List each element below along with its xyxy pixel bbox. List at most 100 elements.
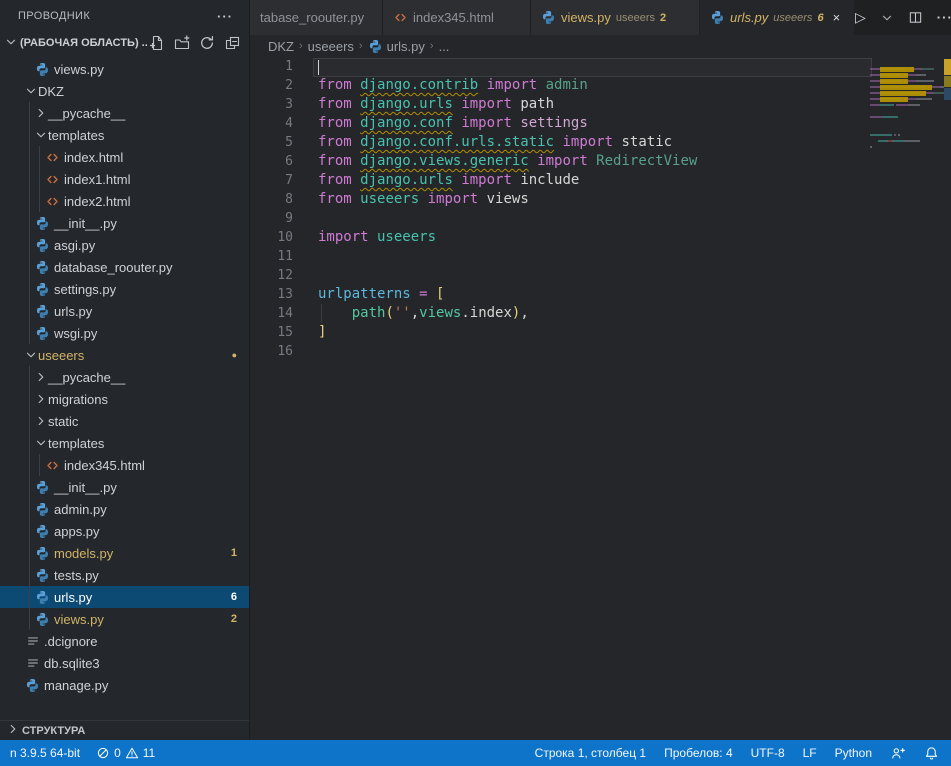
problem-count-badge: 6	[231, 591, 237, 603]
tree-item--pycache-[interactable]: __pycache__	[0, 102, 249, 124]
more-editor-actions-icon[interactable]: ···	[937, 10, 951, 25]
tree-item-settings-py[interactable]: settings.py	[0, 278, 249, 300]
breadcrumb-item[interactable]: useeers	[308, 39, 354, 54]
code-line-12	[318, 266, 867, 285]
tree-item-manage-py[interactable]: manage.py	[0, 674, 249, 696]
indent-guide	[321, 304, 322, 323]
split-editor-icon[interactable]	[908, 10, 923, 25]
tree-item-wsgi-py[interactable]: wsgi.py	[0, 322, 249, 344]
tree-item-templates[interactable]: templates	[0, 124, 249, 146]
cursor-position-item[interactable]: Строка 1, столбец 1	[526, 740, 655, 766]
tree-item-label: migrations	[48, 392, 108, 407]
tab-urls-py[interactable]: urls.pyuseeers6×	[700, 0, 855, 35]
problems-item[interactable]: 0 11	[88, 740, 163, 766]
run-python-file-icon[interactable]: ▷	[855, 9, 866, 26]
tree-item-static[interactable]: static	[0, 410, 249, 432]
code-line-14: path('',views.index),	[318, 304, 867, 323]
eol-item[interactable]: LF	[794, 740, 826, 766]
tab-index345-html[interactable]: index345.html	[383, 0, 531, 35]
notifications-item[interactable]	[915, 740, 951, 766]
new-folder-icon[interactable]	[173, 34, 191, 52]
code-line-2: from django.contrib import admin	[318, 76, 867, 95]
tree-item-views-py[interactable]: views.py2	[0, 608, 249, 630]
code-line-9	[318, 209, 867, 228]
tree-item-database-roouter-py[interactable]: database_roouter.py	[0, 256, 249, 278]
language-mode-item[interactable]: Python	[826, 740, 881, 766]
breadcrumb-item[interactable]: ...	[439, 39, 450, 54]
tree-item-index345-html[interactable]: index345.html	[0, 454, 249, 476]
tree-item-label: index1.html	[64, 172, 130, 187]
tree-item--init-py[interactable]: __init__.py	[0, 212, 249, 234]
code-lines[interactable]: from django.contrib import admin from dja…	[318, 57, 867, 361]
outline-section-header[interactable]: СТРУКТУРА	[0, 720, 249, 740]
tree-item-index2-html[interactable]: index2.html	[0, 190, 249, 212]
python-file-icon	[34, 480, 51, 495]
python-file-icon	[34, 238, 51, 253]
tree-item--dcignore[interactable]: .dcignore	[0, 630, 249, 652]
refresh-explorer-icon[interactable]	[198, 34, 216, 52]
problem-count-badge: 2	[231, 613, 237, 625]
html-file-icon	[393, 10, 408, 25]
html-file-icon	[44, 172, 61, 187]
ruler-warning-mark	[944, 88, 951, 100]
tree-item-views-py[interactable]: views.py	[0, 58, 249, 80]
collapse-folders-icon[interactable]	[223, 34, 241, 52]
line-number-gutter[interactable]: 12345678910111213141516	[250, 57, 293, 361]
tree-item-label: static	[48, 414, 78, 429]
warnings-count: 11	[143, 746, 155, 760]
feedback-item[interactable]	[881, 740, 915, 766]
tree-item-db-sqlite3[interactable]: db.sqlite3	[0, 652, 249, 674]
problem-count-badge: 1	[231, 547, 237, 559]
tab-problem-badge: 6	[817, 12, 823, 24]
tree-item-useeers[interactable]: useeers●	[0, 344, 249, 366]
breadcrumb-separator: ›	[429, 40, 435, 52]
minimap[interactable]	[870, 57, 944, 740]
tree-item-label: index.html	[64, 150, 123, 165]
code-line-11	[318, 247, 867, 266]
tree-item-apps-py[interactable]: apps.py	[0, 520, 249, 542]
workspace-section-header[interactable]: (РАБОЧАЯ ОБЛАСТЬ) ...	[0, 32, 249, 54]
tree-item-admin-py[interactable]: admin.py	[0, 498, 249, 520]
indentation-item[interactable]: Пробелов: 4	[655, 740, 742, 766]
tree-item-models-py[interactable]: models.py1	[0, 542, 249, 564]
ruler-warning-mark	[944, 76, 951, 87]
encoding-item[interactable]: UTF-8	[742, 740, 794, 766]
tree-item-DKZ[interactable]: DKZ	[0, 80, 249, 102]
code-line-8: from useeers import views	[318, 190, 867, 209]
tree-item-urls-py[interactable]: urls.py 6	[0, 586, 249, 608]
tree-item-urls-py[interactable]: urls.py	[0, 300, 249, 322]
tree-item-tests-py[interactable]: tests.py	[0, 564, 249, 586]
tree-item-index-html[interactable]: index.html	[0, 146, 249, 168]
tree-item-asgi-py[interactable]: asgi.py	[0, 234, 249, 256]
run-dropdown-icon[interactable]	[880, 11, 894, 25]
explorer-more-actions[interactable]: ···	[213, 9, 237, 24]
tree-item-templates[interactable]: templates	[0, 432, 249, 454]
breadcrumb-label: DKZ	[268, 39, 294, 54]
tree-item-label: __init__.py	[54, 216, 117, 231]
breadcrumb-label: ...	[439, 39, 450, 54]
tree-item-migrations[interactable]: migrations	[0, 388, 249, 410]
overview-ruler[interactable]	[944, 57, 951, 740]
language-label: Python	[835, 746, 872, 760]
python-file-icon	[34, 502, 51, 517]
tree-item--pycache-[interactable]: __pycache__	[0, 366, 249, 388]
close-tab-icon[interactable]: ×	[833, 10, 841, 25]
tree-item-index1-html[interactable]: index1.html	[0, 168, 249, 190]
explorer-header: ПРОВОДНИК ···	[0, 0, 249, 32]
breadcrumb-item[interactable]: DKZ	[268, 39, 294, 54]
tree-item-label: urls.py	[54, 590, 92, 605]
tab-tabase-roouter-py[interactable]: tabase_roouter.py	[250, 0, 383, 35]
tree-item-label: settings.py	[54, 282, 116, 297]
tree-indent-guide	[29, 102, 30, 344]
code-editor[interactable]: 12345678910111213141516 from django.cont…	[250, 57, 951, 740]
breadcrumb-label: useeers	[308, 39, 354, 54]
tab-problem-badge: 2	[660, 12, 666, 24]
explorer-sidebar: ПРОВОДНИК ··· (РАБОЧАЯ ОБЛАСТЬ) ... view…	[0, 0, 250, 740]
breadcrumb-item[interactable]: urls.py	[368, 39, 425, 54]
tab-views-py[interactable]: views.pyuseeers2	[531, 0, 700, 35]
code-line-6: from django.views.generic import Redirec…	[318, 152, 867, 171]
chevron-right-icon	[6, 722, 20, 739]
tree-item--init-py[interactable]: __init__.py	[0, 476, 249, 498]
new-file-icon[interactable]	[148, 34, 166, 52]
python-version-item[interactable]: n 3.9.5 64-bit	[2, 740, 88, 766]
